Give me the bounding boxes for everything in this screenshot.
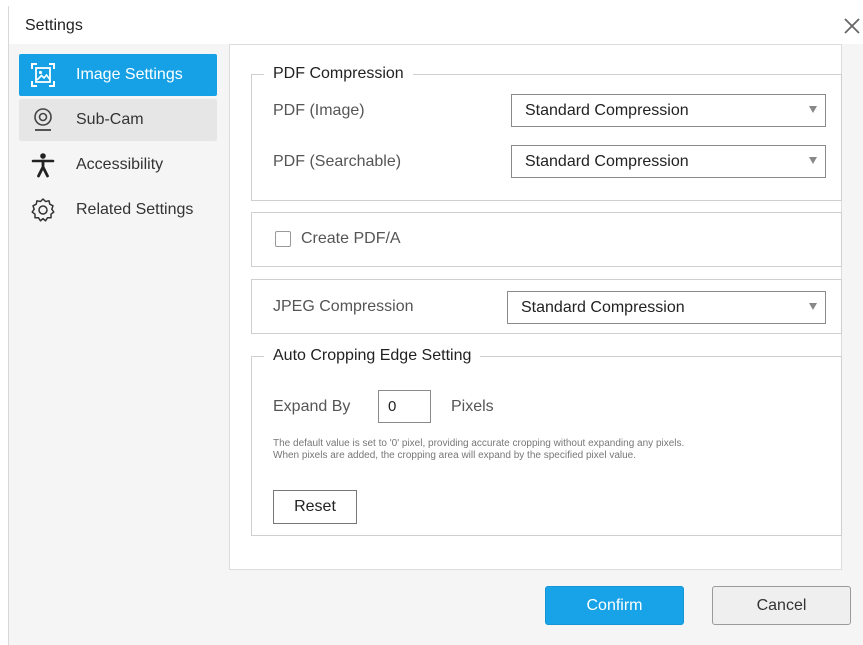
create-pdfa-label: Create PDF/A	[301, 230, 401, 247]
accessibility-icon	[29, 151, 57, 179]
close-icon[interactable]	[840, 14, 863, 38]
window-title: Settings	[25, 17, 83, 34]
settings-panel: PDF Compression PDF (Image) Standard Com…	[229, 44, 842, 570]
gear-icon	[29, 196, 57, 224]
pdf-searchable-select-value: Standard Compression	[525, 153, 689, 170]
sidebar-item-label: Related Settings	[76, 201, 194, 218]
sidebar-item-accessibility[interactable]: Accessibility	[19, 144, 217, 186]
pdf-compression-legend: PDF Compression	[264, 65, 413, 83]
sidebar-item-label: Sub-Cam	[76, 111, 144, 128]
auto-cropping-note: The default value is set to '0' pixel, p…	[273, 438, 833, 462]
cancel-button[interactable]: Cancel	[712, 586, 851, 625]
image-frame-icon	[29, 61, 57, 89]
expand-by-label: Expand By	[273, 398, 351, 415]
jpeg-select-value: Standard Compression	[521, 299, 685, 316]
pdf-searchable-label: PDF (Searchable)	[273, 153, 402, 170]
sidebar-item-label: Accessibility	[76, 156, 164, 173]
jpeg-compression-select[interactable]: Standard Compression	[507, 291, 826, 324]
note-line-2: When pixels are added, the cropping area…	[273, 450, 636, 461]
note-line-1: The default value is set to '0' pixel, p…	[273, 438, 685, 449]
settings-dialog: Settings Image Settings Sub-Cam Accessib…	[8, 6, 863, 645]
reset-button[interactable]: Reset	[273, 490, 357, 524]
expand-by-value: 0	[388, 398, 397, 415]
webcam-icon	[29, 106, 57, 134]
dropdown-arrow-icon	[809, 106, 817, 113]
pdf-image-select-value: Standard Compression	[525, 102, 689, 119]
sidebar-item-sub-cam[interactable]: Sub-Cam	[19, 99, 217, 141]
pdfa-group: Create PDF/A	[251, 212, 842, 267]
dropdown-arrow-icon	[809, 303, 817, 310]
jpeg-compression-group: JPEG Compression Standard Compression	[251, 279, 842, 334]
pdf-image-select[interactable]: Standard Compression	[511, 94, 826, 127]
pdf-compression-group: PDF Compression PDF (Image) Standard Com…	[251, 65, 842, 201]
title-bar: Settings	[9, 6, 863, 44]
jpeg-compression-label: JPEG Compression	[273, 298, 414, 315]
confirm-button[interactable]: Confirm	[545, 586, 684, 625]
sidebar-item-related-settings[interactable]: Related Settings	[19, 189, 217, 231]
pdf-searchable-select[interactable]: Standard Compression	[511, 145, 826, 178]
auto-cropping-legend: Auto Cropping Edge Setting	[264, 347, 481, 365]
pdf-image-label: PDF (Image)	[273, 102, 365, 119]
sidebar-item-image-settings[interactable]: Image Settings	[19, 54, 217, 96]
pixels-unit-label: Pixels	[451, 398, 494, 415]
dropdown-arrow-icon	[809, 157, 817, 164]
auto-cropping-group: Auto Cropping Edge Setting Expand By 0 P…	[251, 347, 842, 536]
sidebar: Image Settings Sub-Cam Accessibility Rel…	[19, 54, 217, 234]
expand-by-input[interactable]: 0	[378, 390, 431, 423]
sidebar-item-label: Image Settings	[76, 66, 183, 83]
create-pdfa-checkbox[interactable]	[275, 231, 291, 247]
